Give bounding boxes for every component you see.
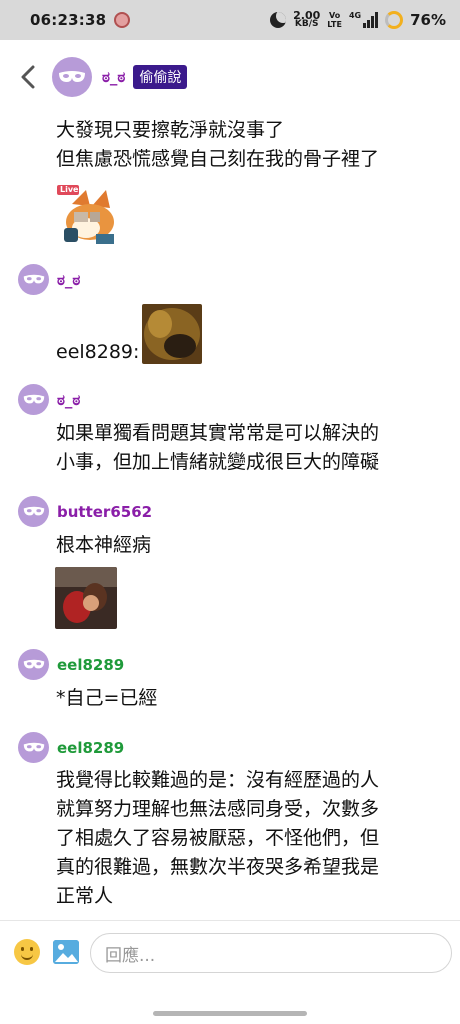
volte-indicator: Vo LTE	[327, 11, 342, 29]
home-indicator[interactable]	[153, 1011, 307, 1016]
avatar[interactable]	[18, 384, 49, 415]
clock: 06:23:38	[30, 11, 107, 29]
comment-text: 根本神經病	[56, 534, 152, 556]
author-avatar[interactable]	[52, 57, 92, 97]
signal-icon: 4G	[349, 12, 379, 28]
avatar[interactable]	[18, 264, 49, 295]
net-speed: 2.00 KB/S	[293, 9, 321, 29]
avatar[interactable]	[18, 649, 49, 680]
mask-icon	[59, 71, 85, 82]
comment-header: eel8289	[18, 649, 124, 680]
reply-placeholder: 回應...	[105, 945, 156, 966]
mask-icon	[23, 742, 44, 752]
live-label: Live	[60, 185, 79, 194]
username[interactable]: ಠ_ಠ	[57, 271, 80, 289]
emoji-icon[interactable]	[14, 939, 40, 965]
thread-header: ಠ_ಠ 偷偷說	[0, 40, 460, 114]
comment-header: eel8289	[18, 732, 124, 763]
mask-icon	[23, 274, 44, 284]
attached-image[interactable]	[55, 567, 117, 629]
fox-sticker-image[interactable]: Live	[56, 184, 118, 246]
status-bar: 06:23:38 2.00 KB/S Vo LTE 4G 76%	[0, 0, 460, 40]
mask-icon	[23, 506, 44, 516]
comment-text: 如果單獨看問題其實常常是可以解決的 小事，但加上情緒就變成很巨大的障礙	[56, 422, 380, 473]
do-not-disturb-icon	[270, 12, 287, 28]
chevron-left-icon	[21, 65, 35, 89]
author-name[interactable]: ಠ_ಠ	[102, 68, 125, 86]
comment-text: *自己=已經	[56, 687, 158, 709]
category-badge[interactable]: 偷偷說	[133, 65, 188, 89]
comment-text: 我覺得比較難過的是：沒有經歷過的人 就算努力理解也無法感同身受，次數多 了相處久…	[56, 769, 380, 907]
composer-bar: 回應...	[0, 920, 460, 1024]
attached-image[interactable]	[142, 304, 202, 364]
back-button[interactable]	[16, 65, 40, 89]
notification-app-icon	[114, 12, 131, 28]
mask-icon	[23, 394, 44, 404]
post-body: 大發現只要擦乾淨就沒事了 但焦慮恐慌感覺自己刻在我的骨子裡了	[56, 119, 380, 170]
mask-icon	[23, 659, 44, 669]
battery-icon	[385, 11, 404, 29]
status-icons: 2.00 KB/S Vo LTE 4G 76%	[270, 9, 446, 29]
image-picker-icon[interactable]	[53, 940, 79, 964]
reply-input[interactable]: 回應...	[90, 933, 452, 973]
avatar[interactable]	[18, 732, 49, 763]
comment-header: ಠ_ಠ	[18, 384, 80, 415]
username[interactable]: butter6562	[57, 503, 152, 521]
username[interactable]: eel8289	[57, 656, 124, 674]
avatar[interactable]	[18, 496, 49, 527]
comment-header: ಠ_ಠ	[18, 264, 80, 295]
username[interactable]: eel8289	[57, 739, 124, 757]
comment-header: butter6562	[18, 496, 152, 527]
battery-percent: 76%	[410, 11, 446, 29]
username[interactable]: ಠ_ಠ	[57, 391, 80, 409]
comment-text: eel8289:	[56, 341, 140, 363]
